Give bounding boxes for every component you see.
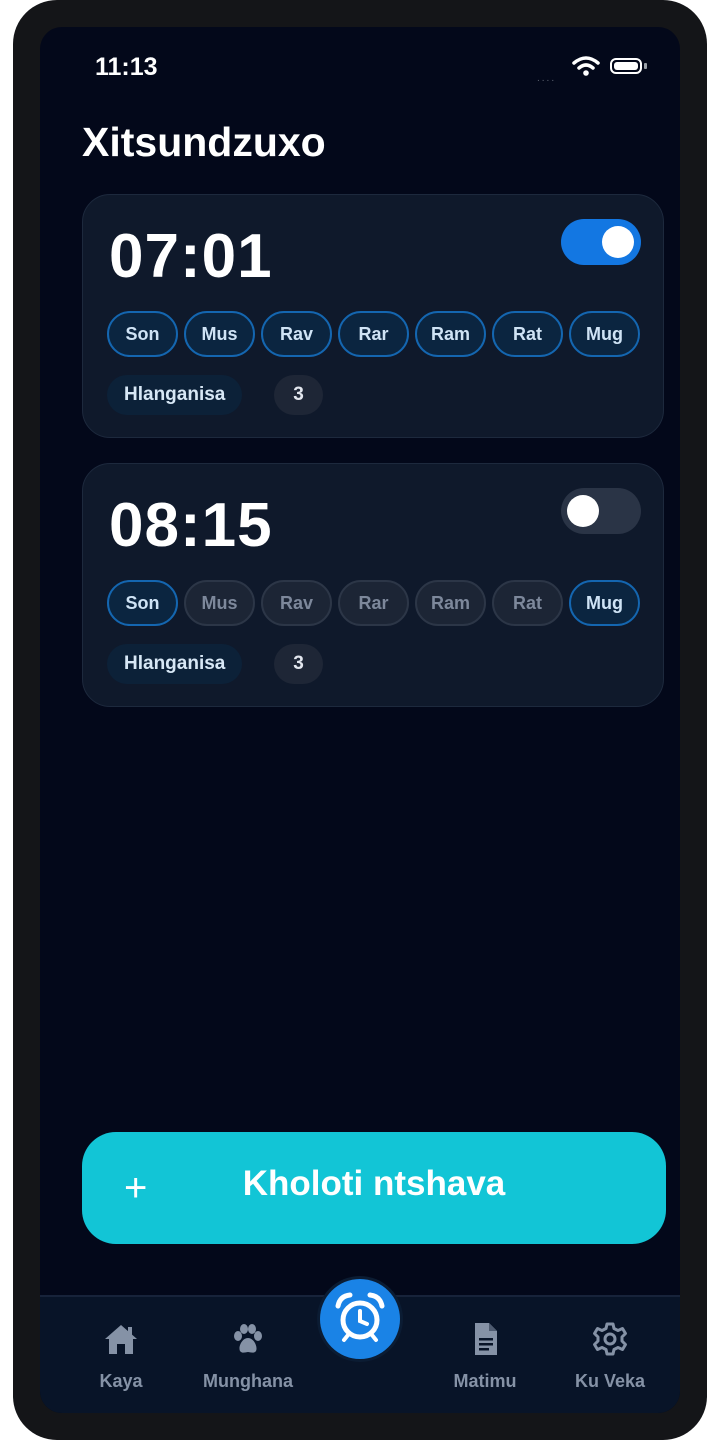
day-chip[interactable]: Ram xyxy=(415,580,486,626)
screen: 11:13 .... Xitsundzuxo 07:01 Son Mus Rav… xyxy=(40,27,680,1413)
alarm-time: 08:15 xyxy=(109,491,273,560)
day-chip[interactable]: Rar xyxy=(338,580,409,626)
toggle-knob xyxy=(602,226,634,258)
new-alarm-label: Kholoti ntshava xyxy=(242,1164,506,1203)
day-chip[interactable]: Rat xyxy=(492,580,563,626)
tab-alarm[interactable] xyxy=(320,1279,400,1359)
day-chip[interactable]: Mug xyxy=(569,580,640,626)
snooze-count-badge[interactable]: 3 xyxy=(274,375,323,415)
alarm-time: 07:01 xyxy=(109,222,273,291)
tab-label: Munghana xyxy=(203,1371,293,1391)
alarm-card[interactable]: 07:01 Son Mus Rav Rar Ram Rat Mug Hlanga… xyxy=(82,194,664,438)
tab-label: Matimu xyxy=(453,1371,517,1391)
page-title: Xitsundzuxo xyxy=(82,119,326,165)
day-chip[interactable]: Mug xyxy=(569,311,640,357)
document-icon xyxy=(475,1323,497,1355)
status-time: 11:13 xyxy=(95,53,158,81)
new-alarm-button[interactable]: + Kholoti ntshava xyxy=(82,1132,666,1244)
day-chip[interactable]: Ram xyxy=(415,311,486,357)
day-chip[interactable]: Mus xyxy=(184,311,255,357)
day-chip[interactable]: Rat xyxy=(492,311,563,357)
day-chip[interactable]: Rar xyxy=(338,311,409,357)
snooze-count-badge[interactable]: 3 xyxy=(274,644,323,684)
day-chip[interactable]: Rav xyxy=(261,580,332,626)
signal-icon: .... xyxy=(537,73,557,84)
wifi-icon xyxy=(572,56,600,76)
tab-kaya[interactable]: Kaya xyxy=(61,1297,181,1413)
alarm-card[interactable]: 08:15 Son Mus Rav Rar Ram Rat Mug Hlanga… xyxy=(82,463,664,707)
battery-tip xyxy=(644,63,647,69)
toggle-knob xyxy=(567,495,599,527)
device-frame: 11:13 .... Xitsundzuxo 07:01 Son Mus Rav… xyxy=(13,0,707,1440)
tab-label: Kaya xyxy=(99,1371,143,1391)
day-chip[interactable]: Son xyxy=(107,311,178,357)
alarm-toggle[interactable] xyxy=(561,488,641,534)
status-bar: 11:13 .... xyxy=(40,27,680,107)
home-icon xyxy=(105,1325,137,1354)
alarm-toggle[interactable] xyxy=(561,219,641,265)
tab-matimu[interactable]: Matimu xyxy=(425,1297,545,1413)
day-chip[interactable]: Mus xyxy=(184,580,255,626)
paw-icon xyxy=(234,1324,262,1353)
day-chip[interactable]: Son xyxy=(107,580,178,626)
alarm-clock-icon xyxy=(335,1292,385,1342)
snooze-chip[interactable]: Hlanganisa xyxy=(107,375,243,415)
tab-label: Ku Veka xyxy=(574,1371,646,1391)
day-chip[interactable]: Rav xyxy=(261,311,332,357)
battery-icon xyxy=(610,58,642,74)
snooze-chip[interactable]: Hlanganisa xyxy=(107,644,243,684)
tab-munghana[interactable]: Munghana xyxy=(188,1297,308,1413)
gear-icon xyxy=(593,1322,627,1356)
tab-ku-veka[interactable]: Ku Veka xyxy=(550,1297,670,1413)
